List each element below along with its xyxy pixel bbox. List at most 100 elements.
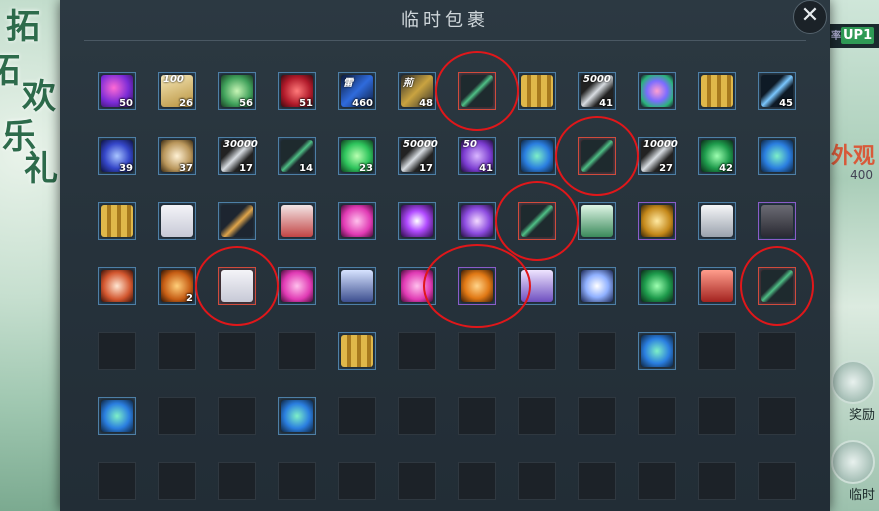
item-slot[interactable]: 荊 48 <box>398 72 436 110</box>
item-slot[interactable] <box>98 202 136 240</box>
green-spear-icon <box>581 140 613 172</box>
item-slot[interactable]: 50000 17 <box>398 137 438 175</box>
empty-slot[interactable] <box>218 397 256 435</box>
item-slot[interactable] <box>578 137 616 175</box>
empty-slot[interactable] <box>218 332 256 370</box>
item-slot[interactable] <box>98 267 136 305</box>
empty-slot[interactable] <box>578 462 616 500</box>
item-slot[interactable]: 30000 17 <box>218 137 258 175</box>
item-slot[interactable] <box>338 267 376 305</box>
item-slot[interactable]: 雷 460 <box>338 72 376 110</box>
item-slot[interactable] <box>158 202 196 240</box>
item-tag: 5000 <box>583 74 611 85</box>
green-spear-icon <box>761 270 793 302</box>
purple-butterfly-icon <box>461 205 493 237</box>
item-slot[interactable]: 39 <box>98 137 136 175</box>
empty-slot[interactable] <box>338 397 376 435</box>
empty-slot[interactable] <box>158 397 196 435</box>
empty-slot[interactable] <box>338 462 376 500</box>
red-armor-icon <box>701 270 733 302</box>
item-slot[interactable]: 42 <box>698 137 736 175</box>
item-slot[interactable]: 51 <box>278 72 316 110</box>
item-slot[interactable]: 2 <box>158 267 196 305</box>
item-slot[interactable] <box>578 202 616 240</box>
temp-button-icon[interactable] <box>831 440 875 484</box>
empty-slot[interactable] <box>638 462 676 500</box>
item-slot[interactable]: 10000 27 <box>638 137 678 175</box>
empty-slot[interactable] <box>458 332 496 370</box>
empty-slot[interactable] <box>578 397 616 435</box>
item-slot[interactable] <box>758 202 796 240</box>
empty-slot[interactable] <box>158 332 196 370</box>
item-slot[interactable] <box>398 202 436 240</box>
item-slot[interactable] <box>638 72 676 110</box>
empty-slot[interactable] <box>758 332 796 370</box>
item-slot[interactable]: 14 <box>278 137 316 175</box>
empty-slot[interactable] <box>518 462 556 500</box>
empty-slot[interactable] <box>698 462 736 500</box>
reward-button-icon[interactable] <box>831 360 875 404</box>
empty-slot[interactable] <box>638 397 676 435</box>
empty-slot[interactable] <box>218 462 256 500</box>
item-slot[interactable] <box>278 397 316 435</box>
item-slot[interactable] <box>518 267 556 305</box>
item-slot[interactable] <box>218 202 256 240</box>
item-slot[interactable] <box>278 267 316 305</box>
empty-slot[interactable] <box>458 462 496 500</box>
item-slot[interactable] <box>638 332 676 370</box>
empty-slot[interactable] <box>518 397 556 435</box>
empty-slot[interactable] <box>578 332 616 370</box>
item-slot[interactable]: 50 41 <box>458 137 496 175</box>
item-slot[interactable] <box>698 72 736 110</box>
item-slot[interactable] <box>338 202 376 240</box>
item-slot[interactable]: 23 <box>338 137 376 175</box>
empty-slot[interactable] <box>698 397 736 435</box>
temp-button-label[interactable]: 临时 <box>849 484 875 503</box>
empty-slot[interactable] <box>518 332 556 370</box>
appearance-label: 外观 <box>830 143 875 169</box>
item-slot[interactable] <box>758 267 796 305</box>
empty-slot[interactable] <box>758 462 796 500</box>
blue-gems-icon <box>281 400 313 432</box>
item-slot[interactable] <box>338 332 376 370</box>
item-slot[interactable] <box>398 267 436 305</box>
item-slot[interactable]: 100 26 <box>158 72 196 110</box>
item-slot[interactable] <box>458 267 496 305</box>
empty-slot[interactable] <box>98 462 136 500</box>
item-slot[interactable] <box>518 202 556 240</box>
item-slot[interactable]: 37 <box>158 137 196 175</box>
empty-slot[interactable] <box>158 462 196 500</box>
reward-button-label[interactable]: 奖励 <box>849 404 875 423</box>
item-slot[interactable] <box>578 267 616 305</box>
item-slot[interactable]: 50 <box>98 72 136 110</box>
item-count: 50 <box>119 98 133 109</box>
item-slot[interactable]: 5000 41 <box>578 72 616 110</box>
empty-slot[interactable] <box>698 332 736 370</box>
empty-slot[interactable] <box>458 397 496 435</box>
item-slot[interactable] <box>638 202 676 240</box>
empty-slot[interactable] <box>758 397 796 435</box>
item-slot[interactable] <box>278 202 316 240</box>
item-slot[interactable] <box>698 202 736 240</box>
item-slot[interactable] <box>458 72 496 110</box>
item-slot[interactable]: 45 <box>758 72 796 110</box>
empty-slot[interactable] <box>398 397 436 435</box>
empty-slot[interactable] <box>278 332 316 370</box>
item-slot[interactable] <box>218 267 256 305</box>
item-slot[interactable] <box>698 267 736 305</box>
item-slot[interactable] <box>518 137 556 175</box>
item-slot[interactable] <box>518 72 556 110</box>
banner-char-3: 欢 <box>22 77 56 117</box>
item-count: 51 <box>299 98 313 109</box>
item-slot[interactable]: 56 <box>218 72 256 110</box>
empty-slot[interactable] <box>398 332 436 370</box>
item-slot[interactable] <box>638 267 676 305</box>
empty-slot[interactable] <box>398 462 436 500</box>
item-slot[interactable] <box>758 137 796 175</box>
empty-slot[interactable] <box>278 462 316 500</box>
item-slot[interactable] <box>458 202 496 240</box>
empty-slot[interactable] <box>98 332 136 370</box>
close-button[interactable]: ✕ <box>793 0 827 34</box>
item-slot[interactable] <box>98 397 136 435</box>
item-count: 2 <box>186 293 193 304</box>
